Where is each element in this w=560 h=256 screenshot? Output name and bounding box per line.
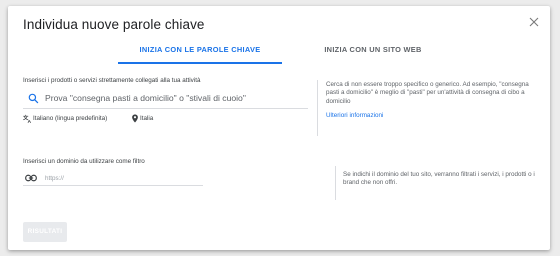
translate-icon: 文 A — [23, 114, 32, 123]
language-label: Italiano (lingua predefinita) — [33, 115, 108, 122]
products-label: Inserisci i prodotti o servizi strettame… — [23, 77, 201, 84]
keyword-ideas-dialog: Individua nuove parole chiave INIZIA CON… — [8, 6, 550, 250]
tab-start-with-keywords[interactable]: INIZIA CON LE PAROLE CHIAVE — [118, 40, 282, 64]
products-help-text: Cerca di non essere troppo specifico o g… — [326, 81, 529, 105]
dialog-title: Individua nuove parole chiave — [23, 17, 205, 32]
domain-field[interactable] — [23, 172, 203, 186]
domain-label: Inserisci un dominio da utilizzare come … — [23, 158, 145, 165]
domain-input[interactable] — [45, 172, 195, 184]
learn-more-link[interactable]: Ulteriori informazioni — [326, 112, 383, 119]
search-icon — [28, 93, 39, 104]
results-button[interactable]: RISULTATI — [23, 222, 67, 242]
tab-start-with-website[interactable]: INIZIA CON UN SITO WEB — [291, 40, 455, 62]
keyword-search-input[interactable] — [45, 91, 305, 105]
tab-bar: INIZIA CON LE PAROLE CHIAVE INIZIA CON U… — [8, 40, 550, 64]
domain-divider — [335, 166, 336, 200]
link-icon — [25, 174, 37, 182]
svg-text:A: A — [28, 119, 32, 123]
close-icon[interactable] — [528, 15, 540, 27]
section-divider — [317, 80, 318, 136]
domain-help-text: Se indichi il dominio del tuo sito, verr… — [343, 171, 535, 187]
keyword-search-field[interactable] — [23, 90, 308, 109]
location-pin-icon — [132, 114, 138, 123]
location-label: Italia — [140, 115, 154, 122]
